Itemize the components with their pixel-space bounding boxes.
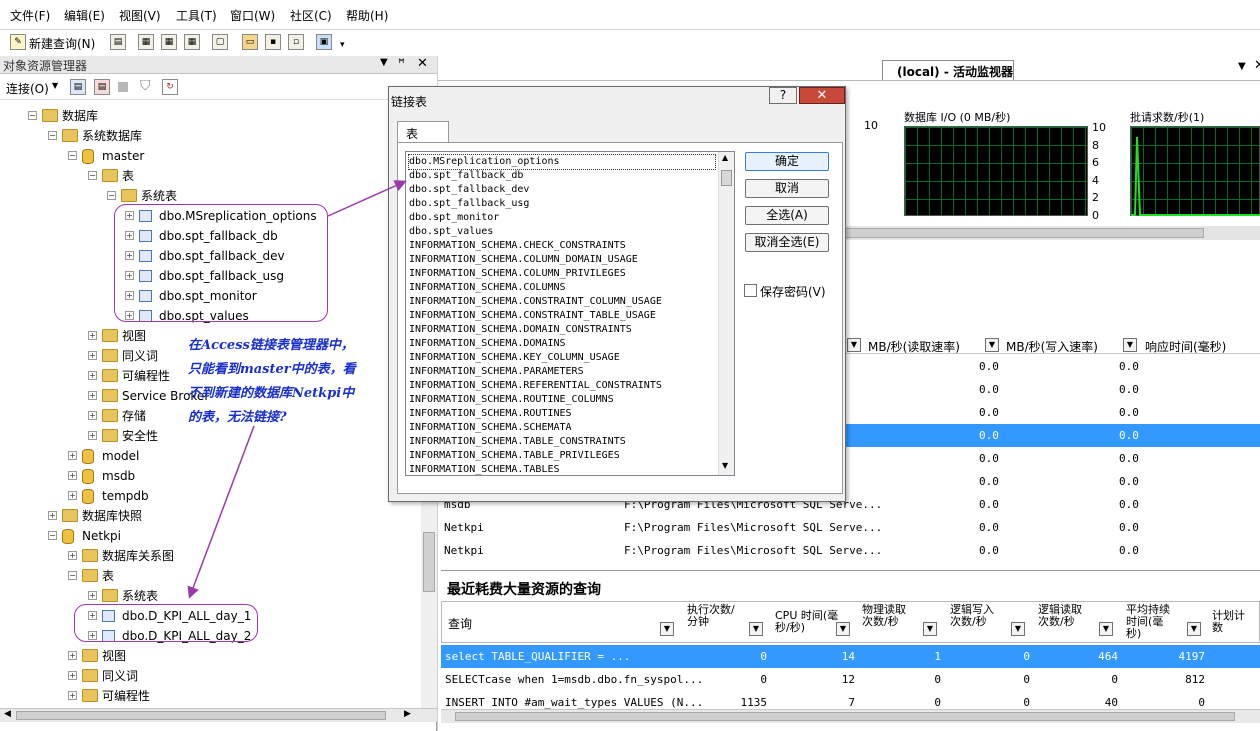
annotation-line-1: 在Access链接表管理器中， <box>188 338 354 353</box>
annotation-line-2: 只能看到master中的表，看 <box>188 362 356 377</box>
annotation-line-3: 不到新建的数据库Netkpi中 <box>188 386 355 401</box>
annotation-line-4: 的表，无法链接? <box>188 410 287 425</box>
